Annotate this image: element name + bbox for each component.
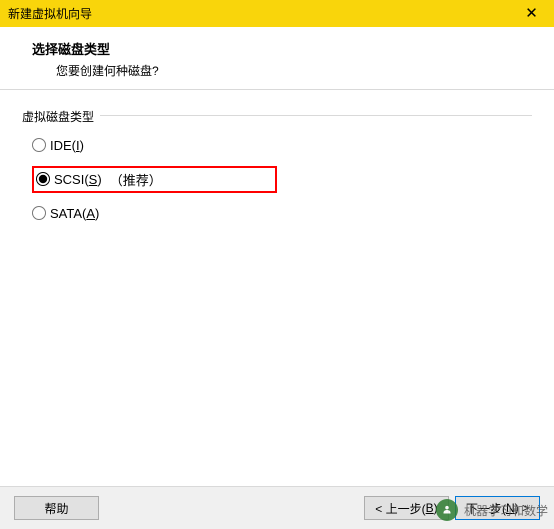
help-button[interactable]: 帮助: [14, 496, 99, 520]
disk-type-fieldset: 虚拟磁盘类型 IDE(I) SCSI(S) （推荐） SATA(A): [22, 108, 532, 248]
back-button[interactable]: < 上一步(B): [364, 496, 449, 520]
header-title: 选择磁盘类型: [32, 39, 544, 58]
wizard-body: 虚拟磁盘类型 IDE(I) SCSI(S) （推荐） SATA(A): [0, 90, 554, 481]
option-ide-radio[interactable]: [32, 138, 46, 152]
option-sata-radio[interactable]: [32, 206, 46, 220]
wizard-header: 选择磁盘类型 您要创建何种磁盘?: [0, 27, 554, 90]
option-sata-row[interactable]: SATA(A): [28, 200, 526, 226]
option-scsi-label: SCSI(S): [54, 172, 102, 187]
option-scsi-row[interactable]: SCSI(S) （推荐）: [28, 166, 526, 192]
option-ide-row[interactable]: IDE(I): [28, 132, 526, 158]
fieldset-legend: 虚拟磁盘类型: [22, 108, 100, 125]
scsi-highlight-box: SCSI(S) （推荐）: [32, 166, 277, 193]
option-scsi-suffix: （推荐）: [110, 170, 162, 189]
window-title: 新建虚拟机向导: [8, 5, 92, 22]
title-bar: 新建虚拟机向导 ✕: [0, 0, 554, 27]
option-ide-label: IDE(I): [50, 138, 84, 153]
nav-button-group: < 上一步(B) 下一步(N) >: [364, 496, 540, 520]
wizard-footer: 帮助 < 上一步(B) 下一步(N) >: [0, 486, 554, 529]
next-button[interactable]: 下一步(N) >: [455, 496, 540, 520]
option-sata-label: SATA(A): [50, 206, 99, 221]
close-button[interactable]: ✕: [509, 0, 554, 27]
header-subtitle: 您要创建何种磁盘?: [32, 62, 544, 79]
option-scsi-radio[interactable]: [36, 172, 50, 186]
close-icon: ✕: [525, 6, 538, 21]
